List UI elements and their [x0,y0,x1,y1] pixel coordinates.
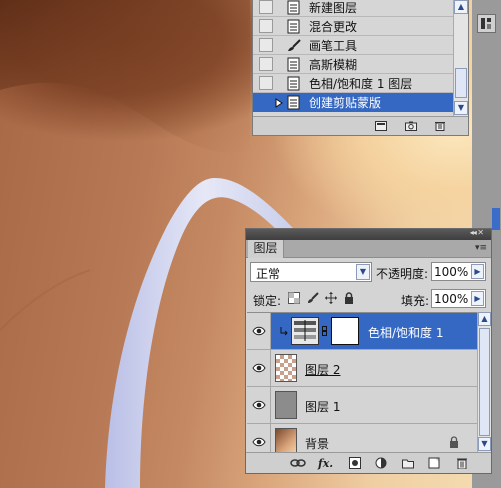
layer-row[interactable]: 背景 [247,424,477,453]
chevron-right-icon[interactable]: ▶ [471,264,484,279]
visibility-toggle[interactable] [247,313,271,349]
history-state-label: 混合更改 [309,19,358,34]
layer-thumbnail[interactable] [275,391,297,419]
visibility-toggle[interactable] [247,424,271,453]
layer-row[interactable]: 图层 2 [247,350,477,387]
opacity-field[interactable]: 100% ▶ [431,262,486,281]
lock-transparent-icon[interactable] [288,292,300,304]
layer-name[interactable]: 背景 [305,435,329,452]
scroll-down-button[interactable]: ▼ [478,437,491,451]
chevron-down-icon[interactable]: ▼ [356,264,370,280]
add-mask-icon[interactable] [349,457,361,469]
brush-icon [288,38,301,51]
layer-name[interactable]: 色相/饱和度 1 [368,324,444,341]
eye-icon [252,400,266,410]
panel-titlebar[interactable]: ◂◂ ✕ [246,228,491,240]
dock-panel-button[interactable] [477,14,496,33]
history-slider-arrow-icon[interactable] [275,98,283,108]
snapshot-camera-icon[interactable] [405,121,417,131]
layer-name[interactable]: 图层 2 [305,361,340,378]
collapse-panel-icon[interactable]: ◂◂ ✕ [470,228,484,237]
history-source-checkbox[interactable] [259,38,273,52]
blend-mode-select[interactable]: 正常 ▼ [250,262,372,282]
history-state[interactable]: 画笔工具 [253,36,453,55]
lock-label: 锁定: [253,294,282,308]
new-document-from-state-icon[interactable] [375,121,387,131]
history-state-label: 新建图层 [309,0,358,15]
history-scrollbar[interactable]: ▲ ▼ [453,0,468,116]
chevron-right-icon[interactable]: ▶ [471,291,484,306]
document-state-icon [287,57,300,71]
eye-icon [252,326,266,336]
history-source-checkbox[interactable] [259,95,273,110]
history-state-label: 创建剪贴蒙版 [309,96,382,110]
history-source-checkbox[interactable] [259,57,273,71]
history-source-checkbox[interactable] [259,76,273,90]
lock-move-icon[interactable] [325,292,337,304]
layers-list: 色相/饱和度 1 图层 2 图层 1 背景 [247,312,477,453]
scroll-up-button[interactable]: ▲ [454,0,468,14]
history-state[interactable]: 高斯模糊 [253,55,453,74]
layer-name[interactable]: 图层 1 [305,398,340,415]
layer-row[interactable]: 色相/饱和度 1 [247,313,477,350]
layers-panel: ◂◂ ✕ 图层 ▾≡ 正常 ▼ 不透明度: 100% ▶ 锁定: 填充: 100… [245,228,492,474]
layer-thumbnail[interactable] [275,428,297,453]
document-state-icon [287,0,300,14]
blend-mode-value: 正常 [256,267,281,281]
scroll-down-button[interactable]: ▼ [454,101,468,115]
clipping-arrow-icon [280,327,288,336]
layer-thumbnail[interactable] [275,354,297,382]
fill-label: 填充: [401,294,430,308]
history-source-checkbox[interactable] [259,19,273,33]
new-layer-icon[interactable] [428,457,440,469]
panel-menu-icon[interactable]: ▾≡ [475,243,487,253]
document-state-icon [287,95,300,110]
delete-layer-icon[interactable] [456,457,468,469]
history-state[interactable]: 新建图层 [253,0,453,17]
hue-saturation-adjustment-icon [291,317,319,345]
document-state-icon [287,76,300,90]
new-group-icon[interactable] [402,457,414,469]
link-layers-icon[interactable] [290,457,306,469]
scroll-up-button[interactable]: ▲ [478,312,491,326]
history-state-current[interactable]: 创建剪贴蒙版 [253,93,453,112]
fill-field[interactable]: 100% ▶ [431,289,486,308]
eye-icon [252,363,266,373]
layers-scrollbar[interactable]: ▲ ▼ [477,312,491,452]
lock-brush-icon[interactable] [307,292,319,304]
adjustment-layer-icon[interactable] [375,457,389,469]
fx-icon[interactable]: fx. [318,457,333,470]
document-state-icon [287,19,300,33]
history-state-label: 色相/饱和度 1 图层 [309,76,413,91]
layer-mask-thumbnail[interactable] [331,317,359,345]
layer-row[interactable]: 图层 1 [247,387,477,424]
scroll-thumb[interactable] [455,68,467,98]
layers-footer: fx. [246,452,491,473]
history-state-label: 高斯模糊 [309,57,358,72]
fill-value: 100% [434,292,469,306]
history-footer [253,116,468,135]
history-state[interactable]: 色相/饱和度 1 图层 [253,74,453,93]
history-state[interactable]: 混合更改 [253,17,453,36]
opacity-value: 100% [434,265,469,279]
scroll-thumb[interactable] [479,328,490,436]
tool-presets-icon [481,18,491,29]
tab-layers[interactable]: 图层 [248,240,284,258]
chain-link-icon[interactable] [322,326,327,336]
lock-all-icon[interactable] [343,292,355,304]
delete-trash-icon[interactable] [434,121,446,131]
history-panel: 新建图层 混合更改 画笔工具 高斯模糊 色相/饱和度 1 图层 创建剪贴蒙版 ▲… [252,0,469,136]
lock-icon [450,436,458,448]
panel-tabbar: 图层 ▾≡ [246,240,491,258]
canvas-scrollbar-thumb[interactable] [492,208,500,230]
history-state-label: 画笔工具 [309,38,358,53]
visibility-toggle[interactable] [247,350,271,386]
eye-icon [252,437,266,447]
history-source-checkbox[interactable] [259,0,273,14]
visibility-toggle[interactable] [247,387,271,423]
opacity-label: 不透明度: [376,267,429,281]
